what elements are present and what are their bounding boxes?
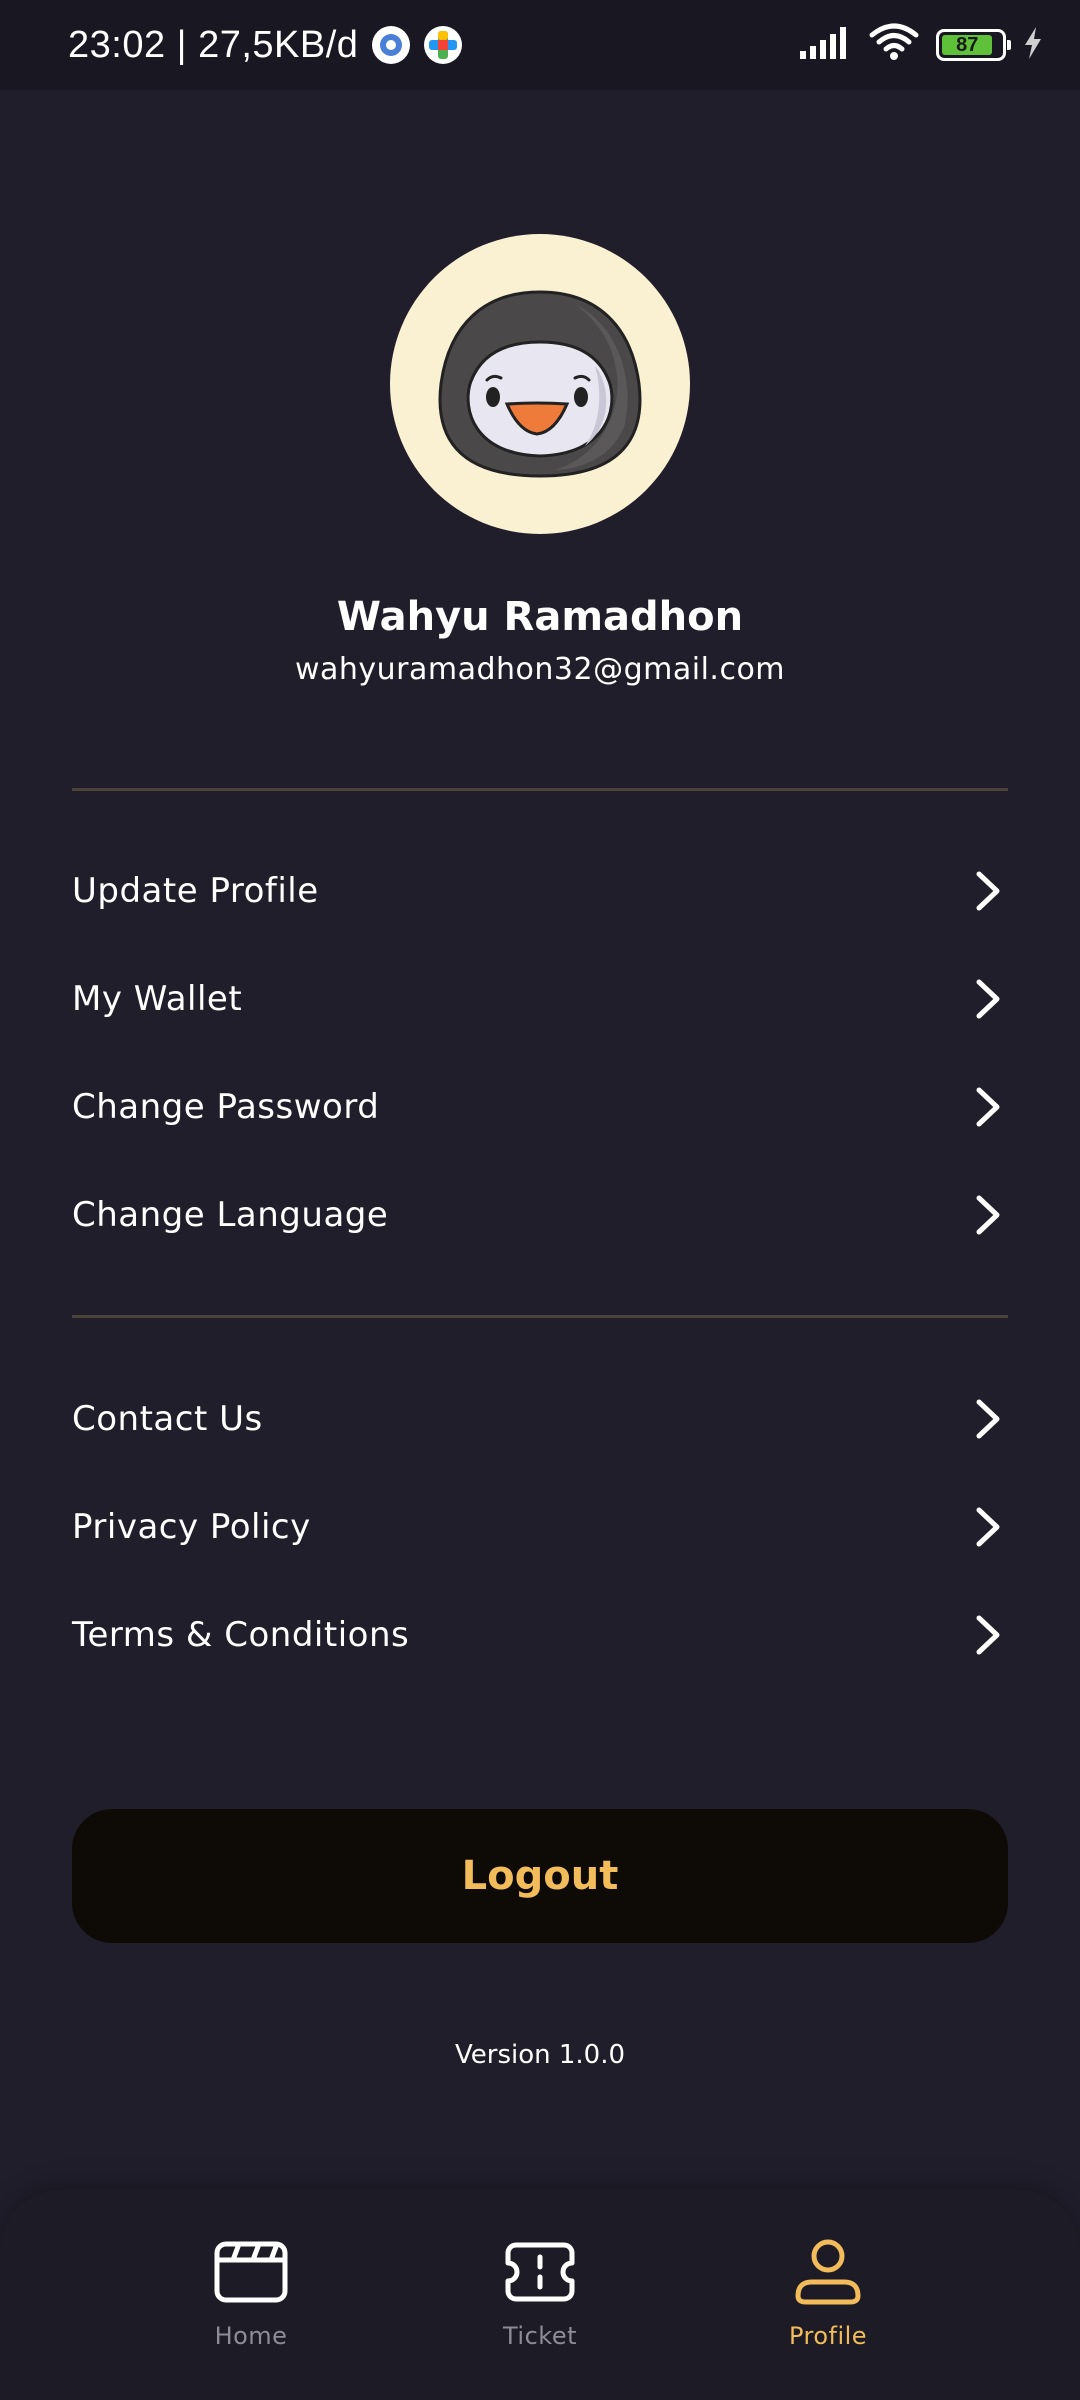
chevron-right-icon [968,871,1008,911]
nav-item-profile[interactable]: Profile [728,2236,928,2366]
nav-item-ticket[interactable]: Ticket [440,2236,640,2366]
profile-name: Wahyu Ramadhon [336,594,744,640]
menu-item-privacy-policy[interactable]: Privacy Policy [72,1482,1008,1572]
profile-email: wahyuramadhon32@gmail.com [294,652,786,687]
chevron-right-icon [968,1399,1008,1439]
bottom-nav: Home Ticket Profile [0,2190,1080,2400]
settings-notification-icon [372,26,411,64]
penguin-avatar-icon [438,290,642,478]
battery-level: 87 [942,34,993,56]
menu-item-my-wallet[interactable]: My Wallet [72,954,1008,1044]
nav-item-home[interactable]: Home [151,2236,351,2366]
menu-item-label: Terms & Conditions [72,1615,410,1655]
charging-icon [1022,26,1044,64]
ticket-icon [500,2236,580,2308]
menu-item-label: Update Profile [72,871,319,911]
wifi-icon [868,23,920,67]
chevron-right-icon [968,1087,1008,1127]
status-bar: 23:02 | 27,5KB/d 87 [0,0,1080,90]
divider-middle [72,1315,1008,1318]
clapperboard-icon [211,2236,291,2308]
avatar[interactable] [390,234,690,534]
chevron-right-icon [968,1507,1008,1547]
games-notification-icon [424,26,463,64]
menu-item-change-password[interactable]: Change Password [72,1062,1008,1152]
nav-label-profile: Profile [788,2322,868,2350]
chevron-right-icon [968,1195,1008,1235]
status-right: 87 [798,23,1044,67]
signal-icon [798,25,852,65]
app-version: Version 1.0.0 [454,2040,626,2070]
menu-item-label: Privacy Policy [72,1507,311,1547]
menu-item-label: Change Language [72,1195,389,1235]
menu-item-terms-conditions[interactable]: Terms & Conditions [72,1590,1008,1680]
chevron-right-icon [968,1615,1008,1655]
divider-top [72,788,1008,791]
logout-button[interactable]: Logout [72,1809,1008,1943]
menu-item-label: My Wallet [72,979,243,1019]
status-time: 23:02 | 27,5KB/d [68,23,359,66]
menu-item-contact-us[interactable]: Contact Us [72,1374,1008,1464]
user-icon [788,2236,868,2308]
menu-item-change-language[interactable]: Change Language [72,1170,1008,1260]
menu-item-label: Change Password [72,1087,380,1127]
battery-icon: 87 [936,29,1011,61]
nav-label-home: Home [214,2322,288,2350]
menu-item-update-profile[interactable]: Update Profile [72,846,1008,936]
chevron-right-icon [968,979,1008,1019]
menu-item-label: Contact Us [72,1399,263,1439]
status-left: 23:02 | 27,5KB/d [68,23,463,67]
nav-label-ticket: Ticket [502,2322,577,2350]
